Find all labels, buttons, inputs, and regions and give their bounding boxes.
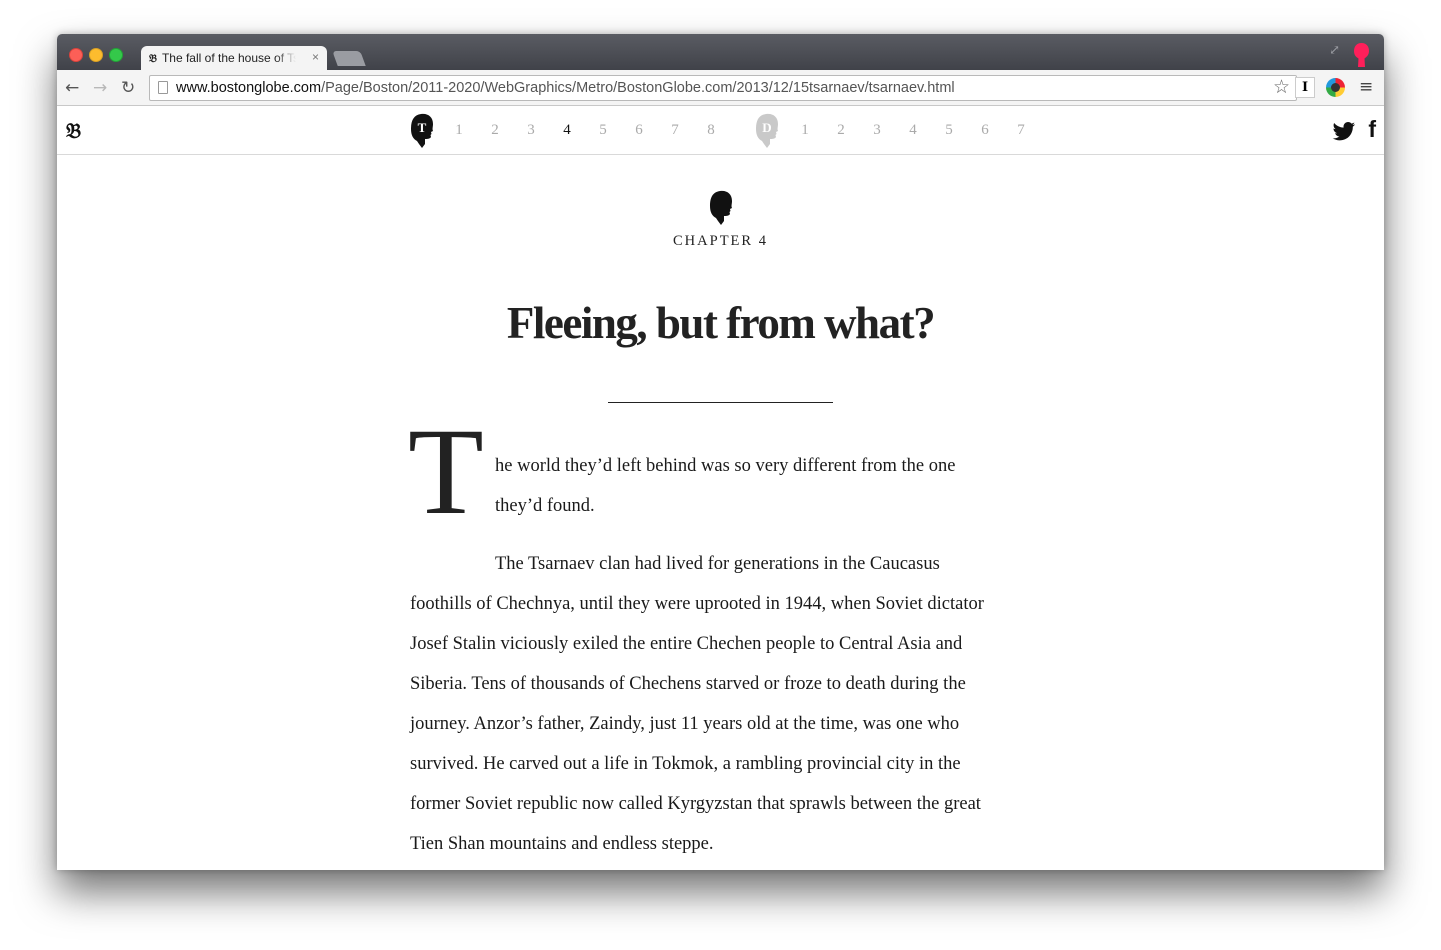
maximize-window-button[interactable] xyxy=(109,48,123,62)
chapter-label: CHAPTER 4 xyxy=(673,233,768,249)
article-line: survived. He carved out a life in Tokmok… xyxy=(410,754,961,774)
headline: Fleeing, but from what? xyxy=(506,298,936,348)
chapter-link-6[interactable]: 6 xyxy=(632,122,646,139)
browser-toolbar: ← → ↻ www.bostonglobe.com/Page/Boston/20… xyxy=(57,70,1384,106)
drop-cap: T xyxy=(408,403,484,540)
close-window-button[interactable] xyxy=(69,48,83,62)
close-tab-icon[interactable]: × xyxy=(312,50,319,64)
menu-icon[interactable]: ≡ xyxy=(1359,77,1373,97)
browser-window: 𝔅 The fall of the house of Tsarnaev × ⤢ ←… xyxy=(57,34,1384,870)
article-line: former Soviet republic now called Kyrgyz… xyxy=(410,794,981,814)
star-icon[interactable]: ☆ xyxy=(1273,76,1290,99)
reload-icon[interactable]: ↻ xyxy=(121,78,135,98)
minimize-window-button[interactable] xyxy=(89,48,103,62)
new-tab-button[interactable] xyxy=(332,51,366,66)
forward-icon[interactable]: → xyxy=(93,78,107,98)
article-line: Josef Stalin viciously exiled the entire… xyxy=(410,634,963,654)
dzhokhar-initial: D xyxy=(762,120,771,135)
fullscreen-icon[interactable]: ⤢ xyxy=(1329,43,1340,58)
chapter-link-7[interactable]: 7 xyxy=(668,122,682,139)
chapter-link-3[interactable]: 3 xyxy=(870,122,884,139)
chapter-silhouette-icon xyxy=(710,190,732,225)
tab-active[interactable]: 𝔅 The fall of the house of Tsarnaev × xyxy=(141,46,327,70)
tab-title: The fall of the house of Tsarnaev xyxy=(161,51,296,65)
site-header: 𝔅 T 1 2 3 4 5 6 7 8 D 1 2 3 4 5 6 7 f xyxy=(57,106,1384,155)
profile-icon[interactable] xyxy=(1353,42,1370,68)
chapter-link-7[interactable]: 7 xyxy=(1014,122,1028,139)
article-line: he world they’d left behind was so very … xyxy=(495,456,956,476)
tamerlan-silhouette-icon[interactable]: T xyxy=(409,112,435,148)
twitter-icon[interactable] xyxy=(1332,122,1356,142)
chapter-link-4[interactable]: 4 xyxy=(906,122,920,139)
instapaper-extension-icon[interactable]: I xyxy=(1295,77,1315,98)
chapter-link-4[interactable]: 4 xyxy=(560,122,574,139)
chapter-link-1[interactable]: 1 xyxy=(798,122,812,139)
page-icon xyxy=(158,81,168,94)
boston-globe-logo[interactable]: 𝔅 xyxy=(66,118,81,144)
chapter-link-5[interactable]: 5 xyxy=(942,122,956,139)
url-path: /Page/Boston/2011-2020/WebGraphics/Metro… xyxy=(321,80,955,96)
dzhokhar-silhouette-icon[interactable]: D xyxy=(754,112,780,148)
article-line: Tien Shan mountains and endless steppe. xyxy=(410,834,714,854)
colorpicker-extension-icon[interactable] xyxy=(1326,78,1345,97)
back-icon[interactable]: ← xyxy=(65,78,79,98)
tab-strip: 𝔅 The fall of the house of Tsarnaev × ⤢ xyxy=(57,34,1384,70)
url-host: www.bostonglobe.com xyxy=(176,80,322,96)
article: CHAPTER 4 Fleeing, but from what? T he w… xyxy=(57,155,1384,870)
chapter-link-3[interactable]: 3 xyxy=(524,122,538,139)
chapter-link-1[interactable]: 1 xyxy=(452,122,466,139)
tamerlan-initial: T xyxy=(418,120,427,135)
globe-favicon-icon: 𝔅 xyxy=(149,52,157,65)
chapter-link-6[interactable]: 6 xyxy=(978,122,992,139)
chapter-link-2[interactable]: 2 xyxy=(488,122,502,139)
headline-rule xyxy=(608,402,833,403)
article-line: Siberia. Tens of thousands of Chechens s… xyxy=(410,674,966,694)
chapter-link-8[interactable]: 8 xyxy=(704,122,718,139)
chapter-link-2[interactable]: 2 xyxy=(834,122,848,139)
article-line: journey. Anzor’s father, Zaindy, just 11… xyxy=(410,714,960,734)
article-line: they’d found. xyxy=(495,496,595,516)
article-line: The Tsarnaev clan had lived for generati… xyxy=(495,554,940,574)
address-bar[interactable]: www.bostonglobe.com/Page/Boston/2011-202… xyxy=(149,75,1297,101)
chapter-link-5[interactable]: 5 xyxy=(596,122,610,139)
facebook-icon[interactable]: f xyxy=(1368,116,1376,143)
article-line: foothills of Chechnya, until they were u… xyxy=(410,594,984,614)
